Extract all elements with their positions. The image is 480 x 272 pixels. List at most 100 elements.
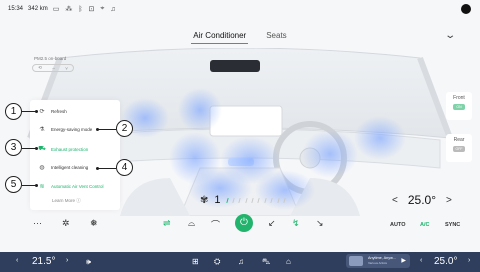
car-icon: ⛟ — [38, 146, 46, 152]
menu-item-auto-air-vent[interactable]: ≋ Automatic Air Vent Control — [38, 183, 104, 190]
callout-dot — [96, 128, 99, 131]
fan-level: 1 — [214, 194, 221, 206]
battery-icon: ▭ — [52, 6, 60, 13]
menu-item-intelligent-cleaning[interactable]: ◍ Intelligent cleaning — [38, 164, 88, 171]
bluetooth-icon: ᛒ — [78, 5, 83, 13]
callout-2: 2 — [116, 120, 133, 137]
front-defrost-icon[interactable]: ❅ — [90, 218, 98, 229]
media-artist: Various Artists — [368, 261, 387, 265]
fan-speed-control[interactable]: ✾ 1 — [200, 194, 287, 206]
vent-face-icon[interactable]: ↙ — [268, 218, 276, 229]
temp-decrease-icon[interactable]: < — [392, 195, 398, 206]
cabin-temperature: 25.0° — [407, 193, 436, 207]
car-status-icon[interactable]: ⛭ — [214, 257, 220, 267]
volume-icon[interactable]: 🕪 — [86, 257, 91, 267]
media-mini-player[interactable]: Anytime, Anyw... Various Artists ▶ — [346, 254, 410, 268]
fan-level-bar[interactable] — [232, 197, 235, 203]
refresh-icon: ⟳ — [39, 109, 45, 115]
location-icon: ⌖ — [100, 5, 105, 12]
fan-icon: ✾ — [200, 194, 209, 206]
chevron-down-icon[interactable]: ⌄ — [444, 30, 456, 41]
fan-level-bars[interactable] — [225, 197, 287, 203]
bell-icon: ♫ — [110, 5, 116, 13]
info-icon: ⓘ — [76, 198, 81, 203]
pm25-value: -- — [52, 65, 56, 71]
avatar[interactable] — [461, 4, 471, 14]
home-icon[interactable]: ⌂ — [286, 257, 291, 266]
front-zone-state: ON — [453, 104, 465, 110]
fan-level-bar[interactable] — [264, 197, 267, 203]
tab-bar: Air Conditioner Seats — [0, 30, 480, 46]
fan-level-bar[interactable] — [257, 197, 261, 203]
power-icon: ⏻ — [240, 217, 248, 228]
ac-options-panel: ⟳ Refresh ⚗ Energy-saving mode ⛟ Exhaust… — [30, 100, 120, 210]
signal-icon: ⁂ — [65, 6, 73, 13]
callout-line — [22, 185, 36, 186]
pm25-control[interactable]: ⟲ -- ˅ — [32, 64, 74, 72]
pm25-label: PM2.5 on-board — [34, 56, 67, 61]
vent-icon: ≋ — [39, 184, 45, 190]
fan-level-bar[interactable] — [238, 197, 242, 203]
auto-button[interactable]: AUTO — [390, 222, 405, 228]
menu-item-label: Intelligent cleaning — [51, 165, 89, 170]
media-title: Anytime, Anyw... — [368, 256, 396, 260]
vehicle-icon[interactable]: ⛍ — [262, 257, 270, 267]
callout-1: 1 — [5, 103, 22, 120]
fan-level-bar[interactable] — [251, 197, 255, 203]
rear-window-icon[interactable]: ⌒ — [211, 218, 220, 231]
tab-seats[interactable]: Seats — [264, 30, 288, 44]
rear-zone-toggle[interactable]: Rear OFF — [446, 134, 472, 162]
chevron-down-icon: ˅ — [65, 65, 68, 71]
menu-item-label: Exhaust protection — [51, 146, 89, 152]
driver-temp-decrease-icon[interactable]: ‹ — [16, 257, 18, 264]
callout-dot — [35, 147, 38, 150]
recirculation-icon[interactable]: ⇌ — [163, 218, 171, 229]
rear-zone-label: Rear — [453, 137, 465, 143]
callout-5: 5 — [5, 176, 22, 193]
fan-level-bar[interactable] — [225, 197, 229, 203]
callout-dot — [35, 110, 38, 113]
passenger-temp-increase-icon[interactable]: › — [468, 257, 470, 264]
driver-temperature[interactable]: 21.5° — [32, 256, 55, 267]
windshield-icon[interactable]: ⌓ — [188, 218, 195, 229]
learn-more-link[interactable]: Learn More ⓘ — [52, 198, 81, 204]
power-button[interactable]: ⏻ — [235, 214, 253, 232]
leaf-icon: ⚗ — [39, 127, 45, 133]
more-icon[interactable]: ··· — [33, 218, 42, 228]
fan-level-bar[interactable] — [245, 197, 248, 203]
callout-line — [22, 148, 36, 149]
album-art — [349, 256, 363, 266]
menu-item-refresh[interactable]: ⟳ Refresh — [38, 108, 67, 115]
callout-line — [22, 111, 36, 112]
passenger-temperature[interactable]: 25.0° — [434, 256, 457, 267]
status-time: 15:34 — [8, 6, 24, 12]
front-zone-label: Front — [453, 95, 465, 101]
menu-item-exhaust-protection[interactable]: ⛟ Exhaust protection — [38, 145, 88, 153]
menu-item-energy-saving[interactable]: ⚗ Energy-saving mode — [38, 126, 92, 133]
sync-button[interactable]: SYNC — [445, 222, 460, 228]
callout-4: 4 — [116, 159, 133, 176]
menu-item-label: Automatic Air Vent Control — [51, 184, 104, 189]
fan-level-bar[interactable] — [276, 197, 280, 203]
vent-feet-icon[interactable]: ↘ — [316, 218, 324, 229]
ac-button[interactable]: A/C — [420, 222, 429, 228]
climate-screen: 15:34 342 km ▭ ⁂ ᛒ ⊡ ⌖ ♫ Air Conditioner… — [0, 0, 480, 272]
callout-line — [97, 168, 116, 169]
fan-level-bar[interactable] — [270, 197, 274, 203]
play-icon[interactable]: ▶ — [401, 257, 406, 264]
callout-line — [97, 129, 116, 130]
front-zone-toggle[interactable]: Front ON — [446, 92, 472, 120]
lock-icon: ⊡ — [88, 6, 95, 13]
rear-defrost-icon[interactable]: ✲ — [62, 218, 70, 229]
apps-grid-icon[interactable]: ⊞ — [192, 257, 199, 266]
status-bar: 15:34 342 km ▭ ⁂ ᛒ ⊡ ⌖ ♫ — [0, 0, 480, 18]
tab-air-conditioner[interactable]: Air Conditioner — [191, 30, 249, 44]
temp-increase-icon[interactable]: > — [446, 195, 452, 206]
menu-item-label: Energy-saving mode — [51, 127, 93, 132]
driver-temp-increase-icon[interactable]: › — [66, 257, 68, 264]
music-icon[interactable]: ♫ — [238, 257, 244, 266]
menu-item-label: Refresh — [51, 109, 67, 114]
vent-face-feet-icon[interactable]: ↯ — [292, 218, 300, 229]
passenger-temp-decrease-icon[interactable]: ‹ — [420, 257, 422, 264]
status-range: 342 km — [28, 6, 48, 12]
